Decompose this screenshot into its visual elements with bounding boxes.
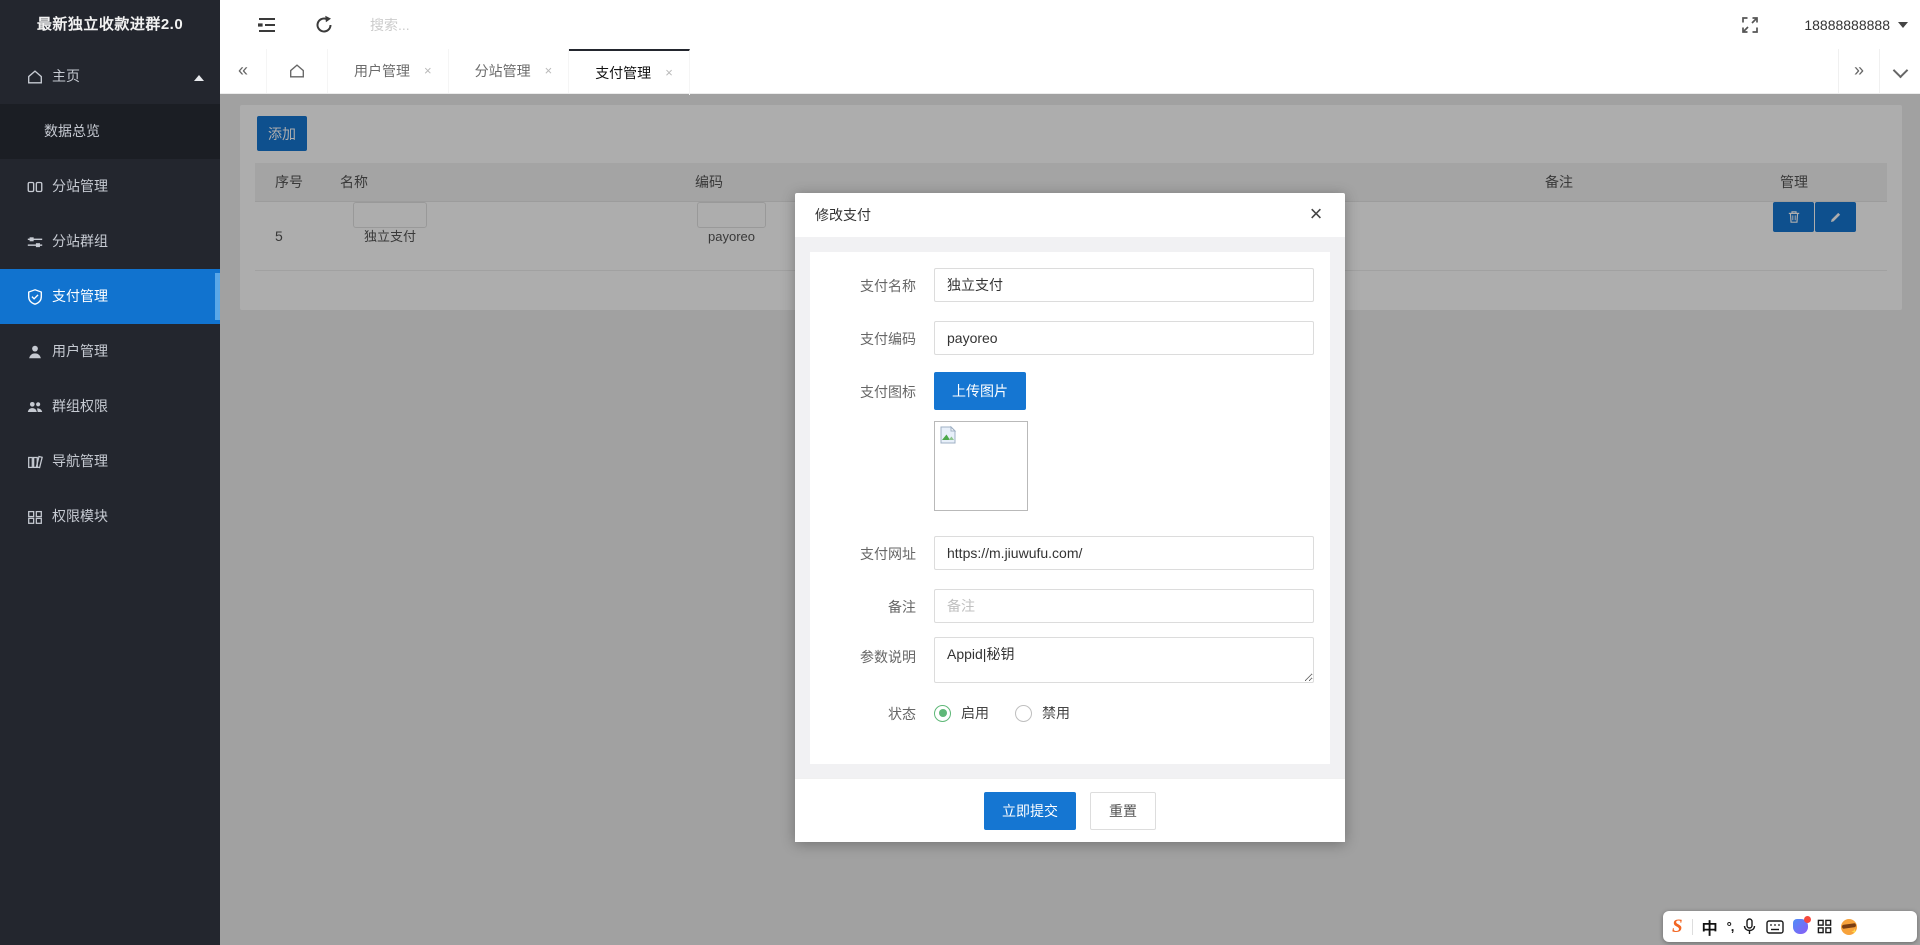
sidebar-item-home[interactable]: 主页 — [0, 49, 220, 104]
payment-url-field[interactable] — [934, 536, 1314, 570]
chevron-down-icon — [1898, 22, 1908, 28]
sidebar-item-label: 分站管理 — [52, 159, 220, 214]
field-label-icon: 支付图标 — [860, 382, 916, 402]
refresh-icon[interactable] — [313, 14, 335, 36]
modal-title: 修改支付 — [815, 207, 871, 223]
radio-label: 启用 — [961, 703, 989, 723]
status-radio-group: 启用 禁用 — [934, 700, 1070, 726]
sidebar-item-substation-mgmt[interactable]: 分站管理 — [0, 159, 220, 214]
books-icon — [26, 453, 44, 471]
chevron-down-icon — [1892, 63, 1908, 79]
ime-emoji-icon[interactable] — [1841, 919, 1857, 935]
tabbar-right-controls: » — [1838, 49, 1920, 93]
sidebar-item-label: 用户管理 — [52, 324, 220, 379]
payment-name-field[interactable] — [934, 268, 1314, 302]
payment-code-field[interactable] — [934, 321, 1314, 355]
tab-label: 支付管理 — [595, 52, 651, 94]
microphone-icon[interactable] — [1742, 918, 1757, 935]
ime-punctuation-icon[interactable]: °, — [1727, 919, 1734, 934]
app-window: 最新独立收款进群2.0 主页 数据总览 分站管理 — [0, 0, 1920, 945]
field-label-name: 支付名称 — [860, 276, 916, 296]
users-icon — [26, 398, 44, 416]
topbar: 18888888888 — [220, 0, 1920, 50]
ime-toolbar: S 中 °, — [1663, 911, 1917, 942]
radio-disabled[interactable]: 禁用 — [1015, 703, 1070, 723]
tab-user-mgmt[interactable]: 用户管理 × — [328, 49, 449, 93]
fullscreen-icon[interactable] — [1740, 15, 1760, 35]
ime-toolbox-grid-icon[interactable] — [1817, 919, 1832, 934]
home-icon — [288, 62, 306, 80]
modules-icon — [26, 508, 44, 526]
tab-substation-mgmt[interactable]: 分站管理 × — [449, 49, 570, 93]
upload-image-button[interactable]: 上传图片 — [934, 372, 1026, 410]
sidebar-item-payment-mgmt[interactable]: 支付管理 — [0, 269, 220, 324]
tab-home[interactable] — [267, 49, 328, 93]
panels-icon — [26, 178, 44, 196]
home-icon — [26, 68, 44, 86]
sidebar-item-label: 分站群组 — [52, 214, 220, 269]
radio-label: 禁用 — [1042, 703, 1070, 723]
tab-label: 用户管理 — [354, 49, 410, 93]
edit-payment-modal: 修改支付 × 支付名称 支付编码 支付图标 上传图片 — [795, 193, 1345, 842]
params-textarea[interactable]: Appid|秘钥 — [934, 637, 1314, 683]
chevron-up-icon — [194, 75, 204, 81]
app-logo-title: 最新独立收款进群2.0 — [0, 0, 220, 49]
sidebar: 最新独立收款进群2.0 主页 数据总览 分站管理 — [0, 0, 220, 945]
tabs-menu-button[interactable] — [1879, 49, 1920, 93]
keyboard-icon[interactable] — [1766, 920, 1784, 934]
modal-footer: 立即提交 重置 — [795, 778, 1345, 842]
shield-check-icon — [26, 288, 44, 306]
sidebar-scrollbar-thumb — [215, 273, 220, 320]
ime-mode-chinese[interactable]: 中 — [1702, 915, 1718, 939]
radio-enabled[interactable]: 启用 — [934, 703, 989, 723]
user-menu[interactable]: 18888888888 — [1804, 0, 1908, 49]
sidebar-item-perm-modules[interactable]: 权限模块 — [0, 489, 220, 544]
close-tab-icon[interactable]: × — [665, 52, 673, 94]
sidebar-item-substation-groups[interactable]: 分站群组 — [0, 214, 220, 269]
reset-button[interactable]: 重置 — [1090, 792, 1156, 830]
close-tab-icon[interactable]: × — [545, 49, 553, 93]
modal-body: 支付名称 支付编码 支付图标 上传图片 支付网址 — [795, 237, 1345, 779]
user-phone: 18888888888 — [1804, 17, 1890, 33]
sidebar-nav: 主页 数据总览 分站管理 分站群组 — [0, 49, 220, 544]
radio-selected-icon — [934, 705, 951, 722]
close-icon[interactable]: × — [1301, 193, 1331, 237]
sidebar-item-group-perms[interactable]: 群组权限 — [0, 379, 220, 434]
content-area: 添加 序号 名称 编码 备注 管理 5 独立支付 payoreo — [220, 93, 1920, 945]
modal-form-panel: 支付名称 支付编码 支付图标 上传图片 支付网址 — [810, 252, 1330, 764]
user-icon — [26, 343, 44, 361]
close-tab-icon[interactable]: × — [424, 49, 432, 93]
field-label-params: 参数说明 — [860, 647, 916, 667]
sogou-logo-icon[interactable]: S — [1672, 917, 1683, 936]
field-label-url: 支付网址 — [860, 544, 916, 564]
broken-image-icon — [938, 425, 958, 445]
submit-button[interactable]: 立即提交 — [984, 792, 1076, 830]
modal-header: 修改支付 × — [795, 193, 1345, 238]
sliders-icon — [26, 233, 44, 251]
divider — [1692, 919, 1693, 935]
field-label-status: 状态 — [888, 704, 916, 724]
tab-payment-mgmt[interactable]: 支付管理 × — [569, 49, 690, 95]
sidebar-item-nav-mgmt[interactable]: 导航管理 — [0, 434, 220, 489]
field-label-remark: 备注 — [888, 597, 916, 617]
tabbar: « 用户管理 × 分站管理 × 支付管理 × » — [220, 49, 1920, 94]
sidebar-item-data-overview[interactable]: 数据总览 — [0, 104, 220, 159]
collapse-sidebar-icon[interactable] — [256, 14, 278, 36]
search-input[interactable] — [368, 10, 592, 40]
sidebar-item-label: 导航管理 — [52, 434, 220, 489]
sidebar-item-label: 支付管理 — [52, 269, 220, 324]
remark-field[interactable] — [934, 589, 1314, 623]
tab-label: 分站管理 — [475, 49, 531, 93]
field-label-code: 支付编码 — [860, 329, 916, 349]
ime-ai-icon[interactable] — [1793, 919, 1808, 934]
tabs-scroll-left-button[interactable]: « — [220, 49, 267, 93]
sidebar-item-label: 权限模块 — [52, 489, 220, 544]
radio-unselected-icon — [1015, 705, 1032, 722]
sidebar-item-label: 数据总览 — [44, 104, 220, 159]
sidebar-item-label: 群组权限 — [52, 379, 220, 434]
tabs-scroll-right-button[interactable]: » — [1838, 49, 1879, 93]
payment-icon-preview — [934, 421, 1028, 511]
sidebar-item-user-mgmt[interactable]: 用户管理 — [0, 324, 220, 379]
